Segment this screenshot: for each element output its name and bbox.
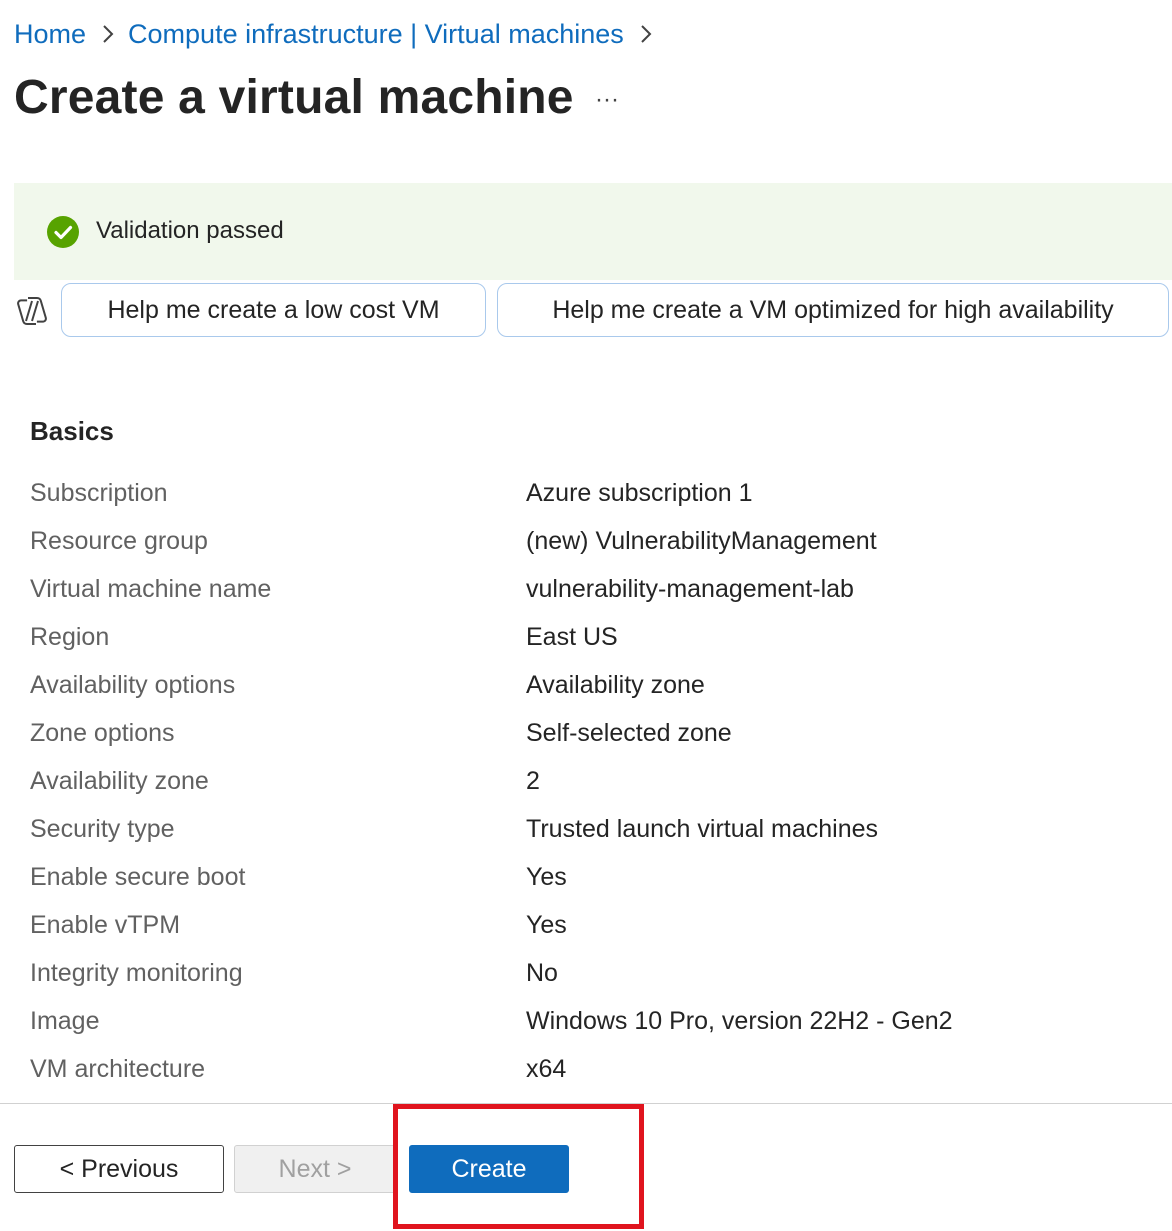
detail-label: Zone options bbox=[30, 719, 175, 747]
detail-value: East US bbox=[526, 623, 618, 651]
detail-row-availability-zone: Availability zone 2 bbox=[30, 757, 1150, 805]
breadcrumb-virtual-machines-link[interactable]: Compute infrastructure | Virtual machine… bbox=[128, 19, 624, 50]
detail-row-region: Region East US bbox=[30, 613, 1150, 661]
next-button: Next > bbox=[234, 1145, 396, 1193]
detail-row-vtpm: Enable vTPM Yes bbox=[30, 901, 1150, 949]
page-title: Create a virtual machine bbox=[14, 71, 574, 124]
detail-label: Availability zone bbox=[30, 767, 209, 795]
detail-label: Security type bbox=[30, 815, 175, 843]
detail-value: Trusted launch virtual machines bbox=[526, 815, 879, 843]
detail-label: Availability options bbox=[30, 671, 236, 699]
detail-label: Subscription bbox=[30, 479, 168, 507]
detail-row-resource-group: Resource group (new) VulnerabilityManage… bbox=[30, 517, 1150, 565]
detail-value: Yes bbox=[526, 911, 567, 939]
detail-row-vm-architecture: VM architecture x64 bbox=[30, 1045, 1150, 1093]
breadcrumb-home-link[interactable]: Home bbox=[14, 19, 86, 50]
validation-message: Validation passed bbox=[96, 217, 284, 244]
previous-button[interactable]: < Previous bbox=[14, 1145, 224, 1193]
detail-value: vulnerability-management-lab bbox=[526, 575, 854, 603]
basics-heading: Basics bbox=[30, 416, 114, 446]
create-button-highlight bbox=[393, 1104, 644, 1229]
detail-value: No bbox=[526, 959, 558, 987]
more-options-button[interactable]: ··· bbox=[588, 84, 626, 116]
detail-label: Image bbox=[30, 1007, 100, 1035]
detail-row-availability-options: Availability options Availability zone bbox=[30, 661, 1150, 709]
copilot-icon bbox=[17, 297, 47, 325]
detail-row-image: Image Windows 10 Pro, version 22H2 - Gen… bbox=[30, 997, 1150, 1045]
detail-row-security-type: Security type Trusted launch virtual mac… bbox=[30, 805, 1150, 853]
checkmark-circle-icon bbox=[47, 216, 79, 248]
high-availability-vm-suggestion-button[interactable]: Help me create a VM optimized for high a… bbox=[497, 283, 1169, 337]
detail-row-secure-boot: Enable secure boot Yes bbox=[30, 853, 1150, 901]
detail-value: Windows 10 Pro, version 22H2 - Gen2 bbox=[526, 1007, 953, 1035]
detail-label: Integrity monitoring bbox=[30, 959, 243, 987]
detail-value: Azure subscription 1 bbox=[526, 479, 753, 507]
basics-details-list: Subscription Azure subscription 1 Resour… bbox=[30, 469, 1150, 1093]
chevron-right-icon bbox=[102, 24, 114, 44]
detail-value: Availability zone bbox=[526, 671, 705, 699]
detail-row-vm-name: Virtual machine name vulnerability-manag… bbox=[30, 565, 1150, 613]
detail-value: x64 bbox=[526, 1055, 567, 1083]
detail-value: Yes bbox=[526, 863, 567, 891]
detail-value: Self-selected zone bbox=[526, 719, 732, 747]
detail-label: Enable vTPM bbox=[30, 911, 181, 939]
low-cost-vm-suggestion-button[interactable]: Help me create a low cost VM bbox=[61, 283, 486, 337]
detail-label: Region bbox=[30, 623, 110, 651]
detail-row-zone-options: Zone options Self-selected zone bbox=[30, 709, 1150, 757]
detail-row-integrity-monitoring: Integrity monitoring No bbox=[30, 949, 1150, 997]
breadcrumb: Home Compute infrastructure | Virtual ma… bbox=[14, 14, 666, 54]
detail-row-subscription: Subscription Azure subscription 1 bbox=[30, 469, 1150, 517]
detail-label: Enable secure boot bbox=[30, 863, 246, 891]
detail-value: (new) VulnerabilityManagement bbox=[526, 527, 877, 555]
chevron-right-icon bbox=[640, 24, 652, 44]
detail-label: VM architecture bbox=[30, 1055, 206, 1083]
detail-label: Resource group bbox=[30, 527, 208, 555]
detail-label: Virtual machine name bbox=[30, 575, 272, 603]
validation-banner: Validation passed bbox=[14, 183, 1172, 280]
detail-value: 2 bbox=[526, 767, 540, 795]
